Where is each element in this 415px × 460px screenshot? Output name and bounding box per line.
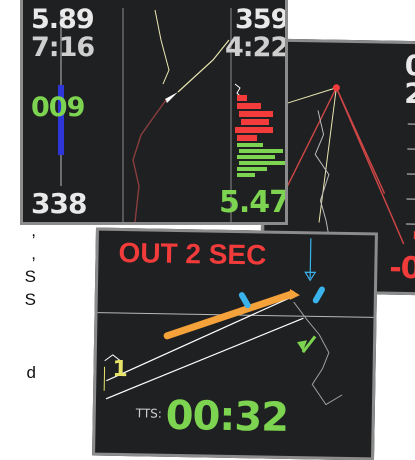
red-track-line [133,100,166,222]
yellow-course-line [155,10,169,84]
side-text-line: , [31,243,36,265]
left-bottom-value: 338 [31,190,86,218]
right-bottom-value: -0 [389,254,415,285]
green-histogram-bar [237,143,263,147]
red-histogram-bar [235,127,273,133]
grey-history-line [292,302,344,405]
green-histogram-bar [237,155,275,159]
red-track-line [285,87,387,194]
yellow-layline [178,40,229,92]
side-text-line: S [25,266,36,288]
right-second-value: 4:22 [225,34,288,61]
right-top-value: 359 [235,6,288,33]
green-histogram-bar [237,173,255,177]
red-histogram-bar [241,119,269,125]
right-second-value: 2: [404,80,415,108]
red-histogram-bar [237,95,247,101]
right-bottom-value: 5.47 [219,188,288,218]
red-histogram-bar [239,111,273,117]
layline-white [106,293,294,384]
orange-arrow-head [290,289,300,300]
green-histogram-bar [237,167,267,171]
red-track-line [334,88,407,244]
layline-white [106,315,303,402]
green-histogram-bar [239,161,285,165]
red-histogram-bar [237,135,257,141]
white-history-line [314,110,332,240]
out-status-banner: OUT 2 SEC [118,239,266,270]
display-screen-front: OUT 2 SEC 1 TTS: 00:32 [92,228,378,460]
left-top-value: 5.89 [31,6,94,33]
display-screen-left: 5.89 7:16 359 4:22 009 338 5.47 [20,0,288,225]
red-histogram-bar [237,103,261,109]
side-text-line: S [25,289,36,311]
left-second-value: 7:16 [31,34,94,61]
red-waypoint-dot [333,84,340,91]
time-to-start-timer: 00:32 [165,396,288,438]
tts-label: TTS: [136,407,162,419]
line-marker-number: 1 [112,359,127,381]
left-middle-value: 009 [31,94,84,121]
boat-heading-marker [165,92,178,103]
cyan-mark-left [242,295,248,305]
side-text-line: d [27,362,36,384]
green-histogram-bar [239,149,283,153]
cyan-mark-right [316,289,322,300]
